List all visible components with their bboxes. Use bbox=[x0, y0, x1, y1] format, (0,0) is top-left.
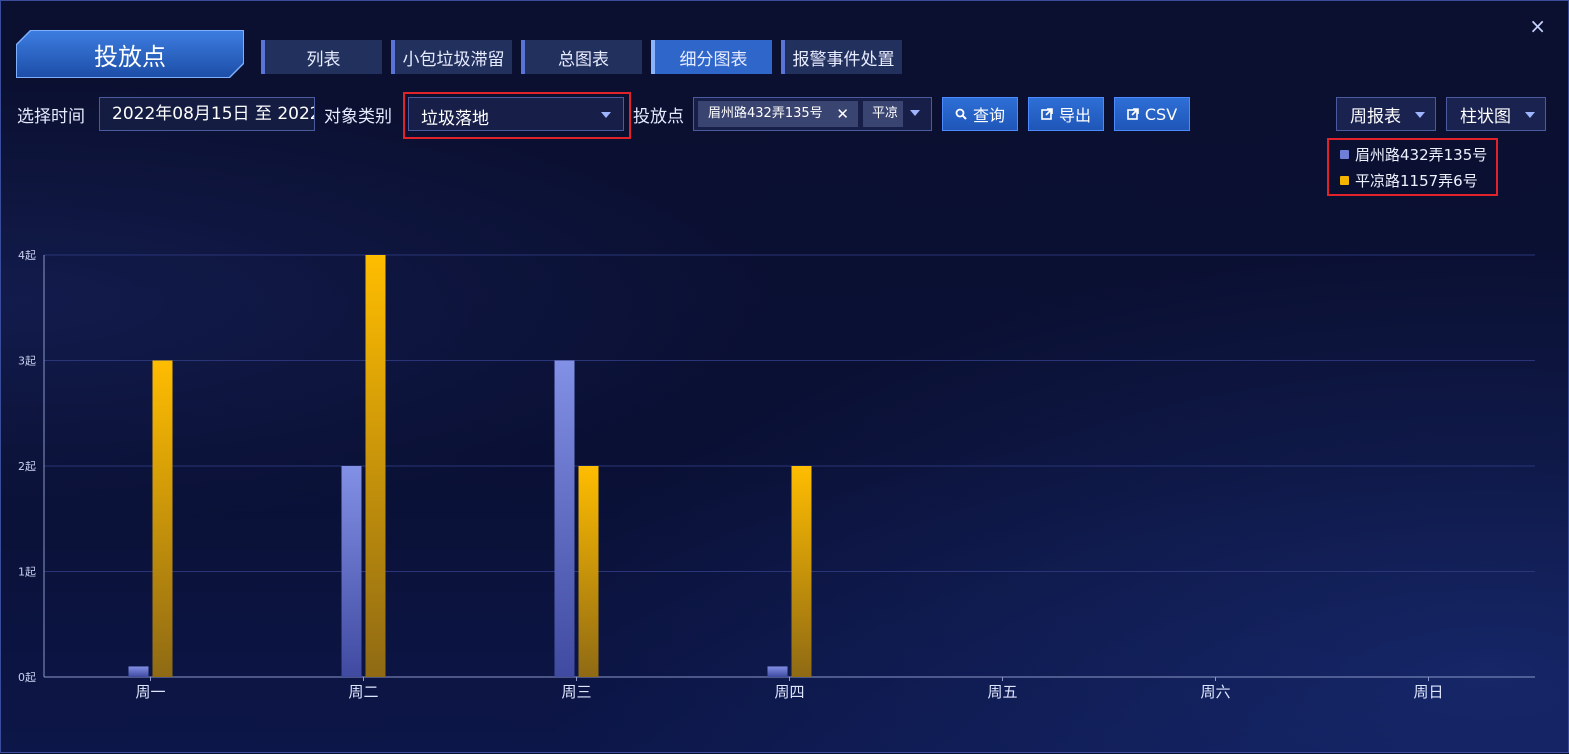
title-tab: 投放点 bbox=[17, 31, 243, 77]
chip-remove-icon[interactable]: ✕ bbox=[836, 101, 849, 127]
x-tick-label: 周六 bbox=[1200, 683, 1230, 701]
object-type-label: 对象类别 bbox=[324, 107, 392, 127]
external-link-icon bbox=[1127, 108, 1139, 120]
chevron-down-icon bbox=[601, 112, 611, 118]
point-chip: 眉州路432弄135号 ✕ bbox=[698, 101, 858, 127]
chart-type-value: 柱状图 bbox=[1460, 106, 1511, 127]
bar bbox=[791, 466, 812, 677]
y-tick-label: 2起 bbox=[18, 460, 36, 473]
tab-list[interactable]: 列表 bbox=[261, 40, 382, 74]
x-tick-label: 周日 bbox=[1413, 683, 1443, 701]
report-period-dropdown[interactable]: 周报表 bbox=[1336, 97, 1436, 131]
report-period-value: 周报表 bbox=[1350, 106, 1401, 127]
point-chip-label: 平凉 bbox=[872, 106, 899, 121]
legend-swatch bbox=[1340, 150, 1349, 159]
y-tick-label: 0起 bbox=[18, 671, 36, 684]
point-chip-label: 眉州路432弄135号 bbox=[708, 106, 823, 121]
legend-item-series1[interactable]: 眉州路432弄135号 bbox=[1340, 144, 1487, 165]
x-tick-label: 周三 bbox=[561, 683, 591, 701]
bar bbox=[578, 466, 599, 677]
bar bbox=[554, 360, 575, 677]
y-tick-label: 4起 bbox=[18, 249, 36, 262]
tab-alarm-handling[interactable]: 报警事件处置 bbox=[781, 40, 902, 74]
export-label: 导出 bbox=[1058, 106, 1091, 125]
point-chip: 平凉 bbox=[863, 101, 903, 127]
chart-type-dropdown[interactable]: 柱状图 bbox=[1446, 97, 1546, 131]
tab-small-bag-retention[interactable]: 小包垃圾滞留 bbox=[391, 40, 512, 74]
bar bbox=[767, 666, 788, 677]
object-type-value: 垃圾落地 bbox=[421, 109, 489, 129]
date-range-input[interactable]: 2022年08月15日 至 2022 bbox=[99, 97, 315, 131]
search-icon bbox=[955, 108, 967, 120]
legend-label: 眉州路432弄135号 bbox=[1355, 146, 1488, 164]
chevron-down-icon bbox=[910, 110, 920, 116]
x-tick-label: 周一 bbox=[135, 683, 165, 701]
time-label: 选择时间 bbox=[17, 107, 85, 127]
chevron-down-icon bbox=[1415, 112, 1425, 118]
point-label: 投放点 bbox=[633, 107, 684, 127]
legend-label: 平凉路1157弄6号 bbox=[1355, 172, 1478, 190]
x-tick-label: 周五 bbox=[987, 683, 1017, 701]
bar bbox=[341, 466, 362, 677]
legend-swatch bbox=[1340, 176, 1349, 185]
csv-button[interactable]: CSV bbox=[1114, 97, 1190, 131]
bar bbox=[128, 666, 149, 677]
tab-detail-chart[interactable]: 细分图表 bbox=[651, 40, 772, 74]
chevron-down-icon bbox=[1525, 112, 1535, 118]
export-button[interactable]: 导出 bbox=[1028, 97, 1104, 131]
query-label: 查询 bbox=[972, 106, 1005, 125]
legend-item-series2[interactable]: 平凉路1157弄6号 bbox=[1340, 170, 1478, 191]
dialog-window: × 投放点 列表 小包垃圾滞留 总图表 细分图表 报警事件处置 选择时间 202… bbox=[0, 0, 1569, 753]
external-link-icon bbox=[1041, 108, 1053, 120]
y-tick-label: 3起 bbox=[18, 355, 36, 368]
bar bbox=[365, 255, 386, 677]
x-tick-label: 周四 bbox=[774, 683, 804, 701]
tab-overall-chart[interactable]: 总图表 bbox=[521, 40, 642, 74]
close-icon[interactable]: × bbox=[1529, 13, 1546, 39]
object-type-select[interactable]: 垃圾落地 bbox=[408, 97, 624, 131]
x-tick-label: 周二 bbox=[348, 683, 378, 701]
bar bbox=[152, 360, 173, 677]
csv-label: CSV bbox=[1144, 104, 1178, 124]
y-tick-label: 1起 bbox=[18, 566, 36, 579]
query-button[interactable]: 查询 bbox=[942, 97, 1018, 131]
